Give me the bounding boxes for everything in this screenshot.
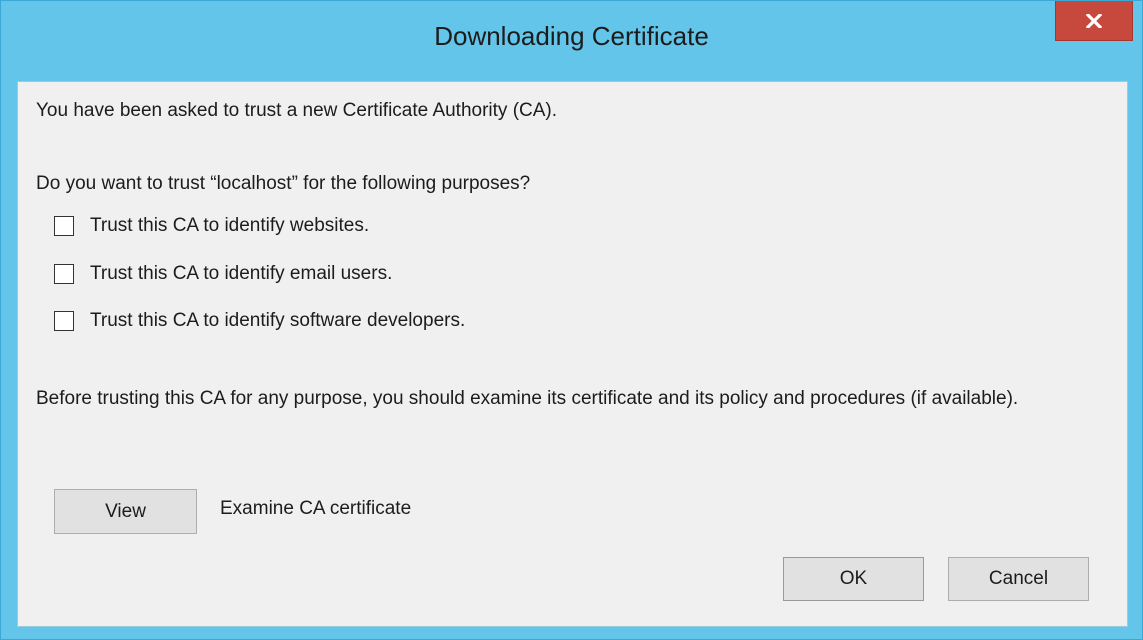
option-software-developers[interactable]: Trust this CA to identify software devel…	[54, 308, 465, 334]
cancel-button[interactable]: Cancel	[948, 557, 1089, 601]
email-users-label: Trust this CA to identify email users.	[90, 263, 393, 284]
close-icon	[1086, 13, 1102, 28]
option-email-users[interactable]: Trust this CA to identify email users.	[54, 261, 392, 287]
ok-button[interactable]: OK	[783, 557, 924, 601]
close-button[interactable]	[1055, 1, 1133, 41]
window-title: Downloading Certificate	[434, 21, 709, 51]
advice-text: Before trusting this CA for any purpose,…	[36, 388, 1019, 409]
software-developers-label: Trust this CA to identify software devel…	[90, 310, 466, 331]
software-developers-checkbox[interactable]	[54, 311, 74, 331]
dialog-window: Downloading Certificate You have been as…	[0, 0, 1143, 640]
websites-label: Trust this CA to identify websites.	[90, 215, 370, 236]
view-description: Examine CA certificate	[220, 498, 412, 519]
question-text: Do you want to trust “localhost” for the…	[36, 173, 531, 194]
email-users-checkbox[interactable]	[54, 264, 74, 284]
dialog-content: You have been asked to trust a new Certi…	[17, 81, 1128, 627]
title-bar[interactable]: Downloading Certificate	[1, 1, 1142, 81]
websites-checkbox[interactable]	[54, 216, 74, 236]
option-websites[interactable]: Trust this CA to identify websites.	[54, 213, 369, 239]
intro-text: You have been asked to trust a new Certi…	[36, 100, 558, 121]
view-button[interactable]: View	[54, 489, 197, 534]
